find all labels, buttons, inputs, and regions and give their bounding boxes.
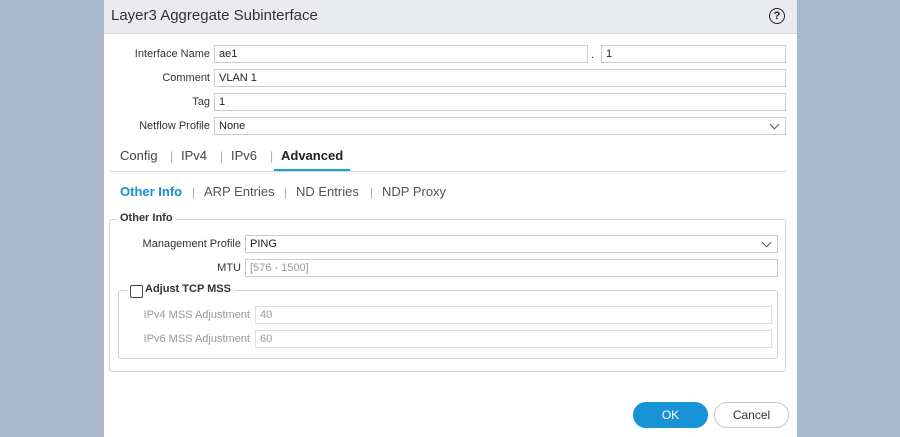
adjust-tcp-mss-group xyxy=(118,290,778,359)
tab-ipv6[interactable]: IPv6 xyxy=(231,148,257,163)
subtab-separator: | xyxy=(192,185,196,199)
tab-separator: | xyxy=(170,149,174,163)
tab-active-indicator xyxy=(274,169,350,171)
netflow-profile-label: Netflow Profile xyxy=(139,120,210,132)
chevron-down-icon xyxy=(761,237,772,248)
tab-config[interactable]: Config xyxy=(120,148,158,163)
ipv6-mss-label: IPv6 MSS Adjustment xyxy=(143,333,250,345)
help-icon[interactable]: ? xyxy=(769,8,785,24)
adjust-tcp-mss-checkbox[interactable] xyxy=(130,285,143,298)
tab-separator: | xyxy=(270,149,274,163)
subtab-separator: | xyxy=(370,185,374,199)
comment-label: Comment xyxy=(162,72,210,84)
comment-input[interactable]: VLAN 1 xyxy=(214,69,786,87)
chevron-down-icon xyxy=(769,119,780,130)
tab-advanced[interactable]: Advanced xyxy=(281,148,343,163)
tag-input[interactable]: 1 xyxy=(214,93,786,111)
tab-bar-divider xyxy=(110,171,786,172)
ipv4-mss-label: IPv4 MSS Adjustment xyxy=(143,309,250,321)
interface-name-label: Interface Name xyxy=(134,48,210,60)
subtab-nd-entries[interactable]: ND Entries xyxy=(296,184,359,199)
netflow-profile-select[interactable]: None xyxy=(214,117,786,135)
other-info-title: Other Info xyxy=(117,212,176,224)
interface-name-input[interactable]: ae1 xyxy=(214,45,588,63)
netflow-profile-value: None xyxy=(219,120,246,132)
dialog-titlebar: Layer3 Aggregate Subinterface ? xyxy=(104,0,797,34)
dialog-title: Layer3 Aggregate Subinterface xyxy=(111,7,318,24)
subtab-separator: | xyxy=(284,185,288,199)
interface-dot: . xyxy=(591,49,595,61)
tab-separator: | xyxy=(220,149,224,163)
ipv4-mss-input[interactable]: 40 xyxy=(255,306,772,324)
subtab-arp-entries[interactable]: ARP Entries xyxy=(204,184,275,199)
subtab-ndp-proxy[interactable]: NDP Proxy xyxy=(382,184,446,199)
subtab-other-info[interactable]: Other Info xyxy=(120,184,182,199)
mtu-label: MTU xyxy=(217,262,241,274)
management-profile-label: Management Profile xyxy=(142,238,241,250)
management-profile-select[interactable]: PING xyxy=(245,235,778,253)
dialog: Layer3 Aggregate Subinterface ? Interfac… xyxy=(104,0,797,437)
tab-ipv4[interactable]: IPv4 xyxy=(181,148,207,163)
tag-label: Tag xyxy=(192,96,210,108)
subinterface-number-input[interactable]: 1 xyxy=(601,45,786,63)
cancel-button[interactable]: Cancel xyxy=(714,402,789,428)
ipv6-mss-input[interactable]: 60 xyxy=(255,330,772,348)
mtu-input[interactable]: [576 - 1500] xyxy=(245,259,778,277)
management-profile-value: PING xyxy=(250,238,277,250)
ok-button[interactable]: OK xyxy=(633,402,708,428)
adjust-tcp-mss-label: Adjust TCP MSS xyxy=(127,283,234,295)
